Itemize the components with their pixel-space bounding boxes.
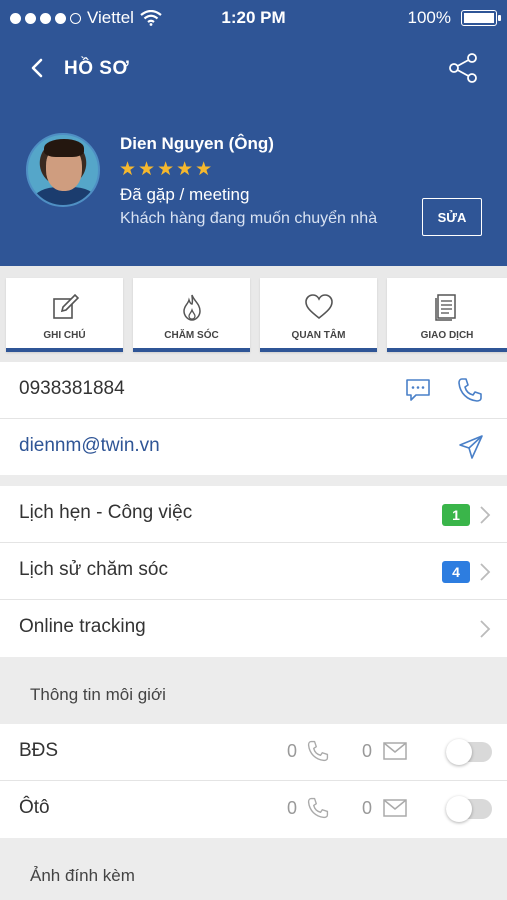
share-icon[interactable] [447, 52, 479, 84]
care-button[interactable]: CHĂM SÓC [133, 278, 250, 352]
note-label: GHI CHÚ [43, 330, 86, 341]
battery-percent: 100% [407, 8, 451, 27]
care-history-row[interactable]: Lịch sử chăm sóc 4 [0, 543, 507, 600]
status-bar: Viettel 1:20 PM 100% [0, 0, 507, 36]
customer-description: Khách hàng đang muốn chuyển nhà [120, 210, 378, 227]
care-label: CHĂM SÓC [164, 330, 219, 341]
action-bar: GHI CHÚ CHĂM SÓC QUAN TÂM GIAO DỊCH [0, 266, 507, 362]
phone-icon[interactable] [456, 376, 484, 404]
chevron-right-icon [480, 506, 491, 524]
document-icon [435, 294, 456, 321]
phone-icon [307, 740, 329, 762]
message-count: 0 [362, 741, 373, 761]
phone-number: 0938381884 [19, 378, 125, 399]
phone-row[interactable]: 0938381884 [0, 362, 507, 419]
broker-row-real-estate: BĐS 0 0 [0, 724, 507, 781]
edit-note-icon [53, 293, 80, 319]
real-estate-toggle[interactable] [446, 739, 492, 765]
care-history-badge: 4 [442, 561, 470, 583]
online-tracking-label: Online tracking [19, 616, 146, 637]
broker-row-label: Ôtô [19, 797, 50, 818]
back-arrow-icon[interactable] [26, 56, 50, 80]
send-icon[interactable] [457, 433, 485, 461]
note-button[interactable]: GHI CHÚ [6, 278, 123, 352]
attachments-section-title: Ảnh đính kèm [30, 866, 135, 885]
appointments-label: Lịch hẹn - Công việc [19, 502, 193, 523]
phone-icon [307, 797, 329, 819]
email-row[interactable]: diennm@twin.vn [0, 419, 507, 475]
heart-icon [305, 294, 333, 320]
customer-name: Dien Nguyen (Ông) [120, 134, 274, 153]
status-right: 100% [407, 8, 501, 28]
page-title: HỒ SƠ [64, 58, 130, 79]
flame-icon [183, 294, 201, 321]
broker-row-auto: Ôtô 0 0 [0, 781, 507, 838]
transaction-button[interactable]: GIAO DỊCH [387, 278, 507, 352]
call-count: 0 [287, 798, 298, 818]
mail-icon [383, 742, 407, 760]
care-history-label: Lịch sử chăm sóc [19, 559, 168, 580]
email-address: diennm@twin.vn [19, 435, 160, 456]
broker-section-title: Thông tin môi giới [30, 685, 166, 704]
call-count: 0 [287, 741, 298, 761]
appointments-badge: 1 [442, 504, 470, 526]
chevron-right-icon [480, 620, 491, 638]
chevron-right-icon [480, 563, 491, 581]
interest-button[interactable]: QUAN TÂM [260, 278, 377, 352]
auto-toggle[interactable] [446, 796, 492, 822]
online-tracking-row[interactable]: Online tracking [0, 600, 507, 657]
rating-stars: ★★★★★ [119, 159, 215, 180]
message-count: 0 [362, 798, 373, 818]
avatar[interactable] [26, 133, 100, 207]
broker-row-label: BĐS [19, 740, 59, 761]
transaction-label: GIAO DỊCH [420, 330, 474, 341]
interest-label: QUAN TÂM [291, 330, 346, 341]
contact-section: 0938381884 diennm@twin.vn [0, 362, 507, 475]
customer-status: Đã gặp / meeting [120, 185, 250, 204]
mail-icon [383, 799, 407, 817]
menu-section: Lịch hẹn - Công việc 1 Lịch sử chăm sóc … [0, 486, 507, 657]
profile-header: HỒ SƠ Dien Nguyen (Ông) ★★★★★ Đã gặp / m… [0, 36, 507, 266]
edit-button[interactable]: SỬA [422, 198, 482, 236]
message-icon[interactable] [404, 376, 432, 404]
appointments-row[interactable]: Lịch hẹn - Công việc 1 [0, 486, 507, 543]
battery-icon [461, 10, 501, 26]
